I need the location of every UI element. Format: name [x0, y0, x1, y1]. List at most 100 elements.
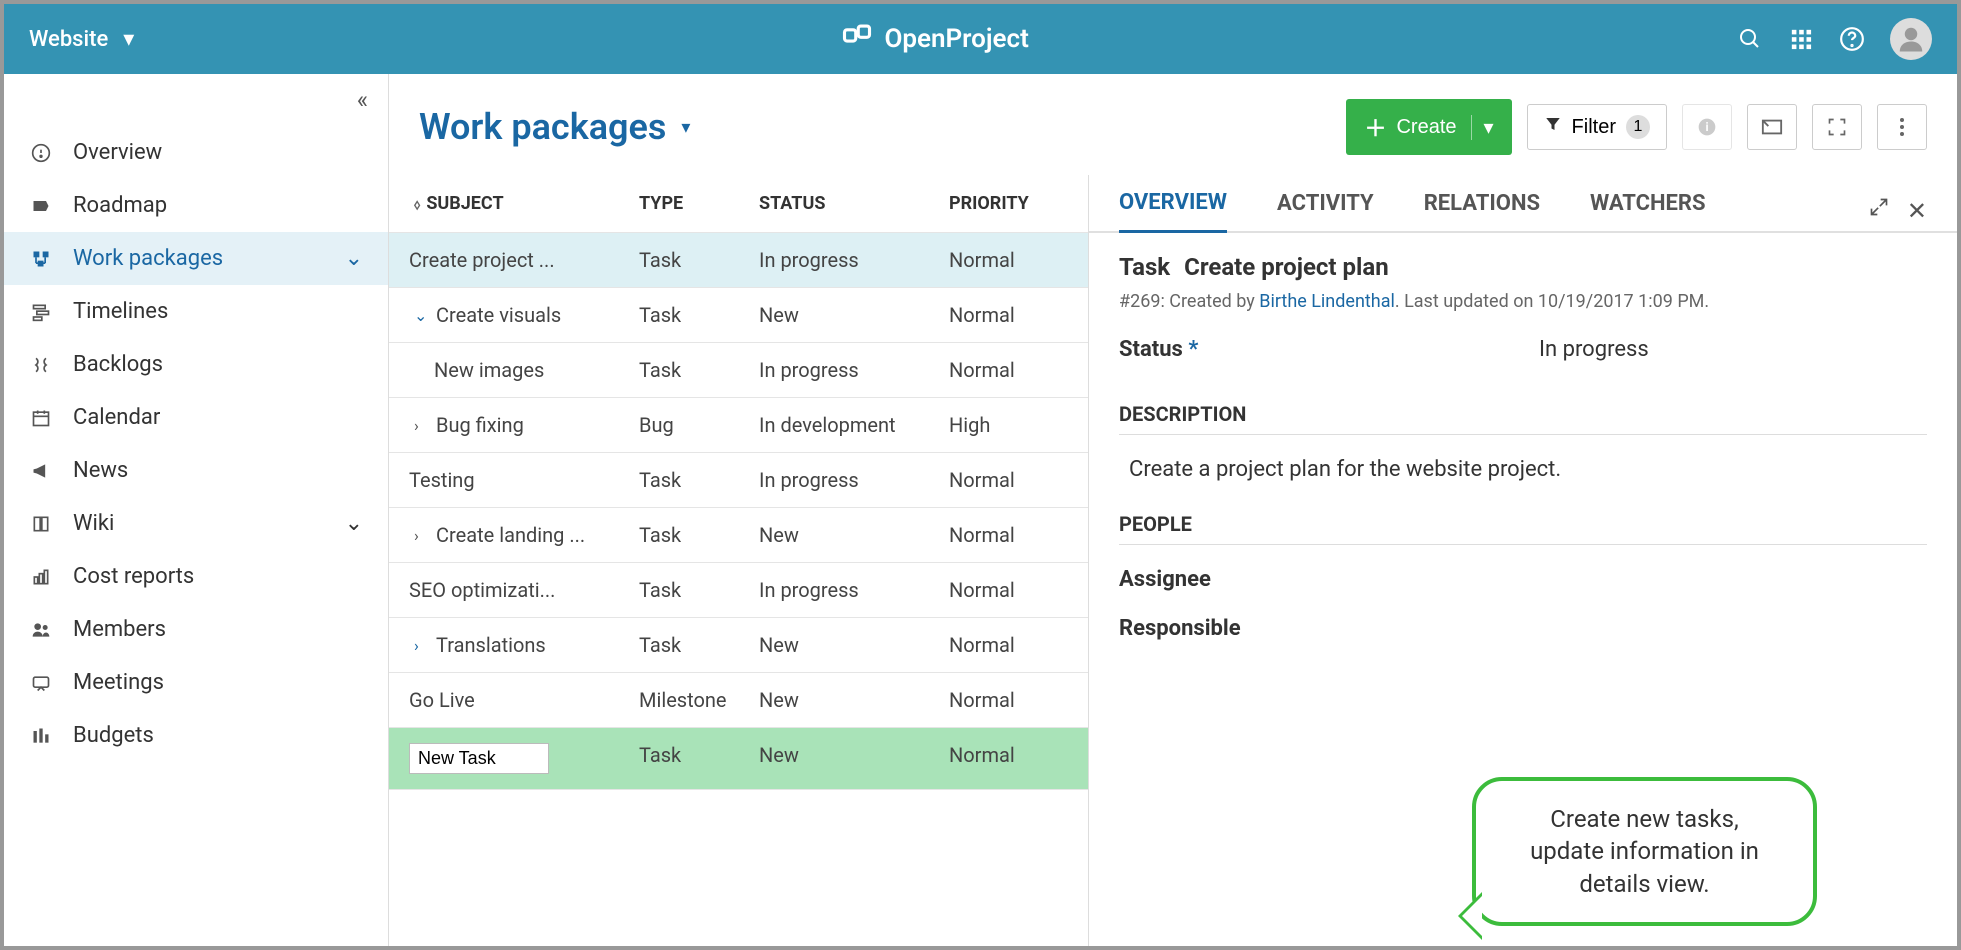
roadmap-icon [29, 196, 53, 216]
row-subject: Go Live [409, 688, 475, 712]
responsible-field[interactable]: Responsible [1119, 604, 1927, 653]
table-row[interactable]: SEO optimizati... Task In progress Norma… [389, 563, 1088, 618]
row-subject: Translations [436, 633, 546, 657]
sidebar-item-label: Timelines [73, 299, 168, 324]
row-subject: Create visuals [436, 303, 561, 327]
status-value[interactable]: In progress [1539, 337, 1649, 362]
assignee-field[interactable]: Assignee [1119, 555, 1927, 604]
hierarchy-icon: ⬨ [414, 197, 420, 213]
col-status[interactable]: STATUS [759, 193, 949, 214]
table-row[interactable]: ›Create landing ... Task New Normal [389, 508, 1088, 563]
timelines-icon [29, 302, 53, 322]
detail-tabs: OVERVIEW ACTIVITY RELATIONS WATCHERS ✕ [1089, 175, 1957, 233]
filter-label: Filter [1572, 116, 1616, 139]
row-type: Task [639, 468, 759, 492]
callout-bubble: Create new tasks, update information in … [1472, 777, 1817, 926]
sidebar-item-label: Members [73, 617, 166, 642]
sidebar-item-wiki[interactable]: Wiki⌄ [4, 497, 388, 550]
sidebar-item-label: Meetings [73, 670, 164, 695]
more-button[interactable] [1877, 104, 1927, 150]
expand-icon[interactable]: › [414, 416, 428, 435]
logo-icon [842, 21, 872, 58]
fullscreen-button[interactable] [1812, 104, 1862, 150]
filter-button[interactable]: Filter 1 [1527, 104, 1667, 150]
row-priority: Normal [949, 248, 1069, 272]
row-priority: Normal [949, 578, 1069, 602]
table-row[interactable]: Task New Normal [389, 728, 1088, 790]
create-button[interactable]: ＋ Create ▾ [1346, 99, 1511, 155]
row-status: In development [759, 413, 949, 437]
topbar: Website ▾ OpenProject [4, 4, 1957, 74]
sidebar-item-label: Backlogs [73, 352, 163, 377]
row-type: Bug [639, 413, 759, 437]
sidebar-item-overview[interactable]: Overview [4, 126, 388, 179]
sidebar-item-news[interactable]: News [4, 444, 388, 497]
chevron-down-icon: ▾ [1471, 115, 1494, 140]
project-selector[interactable]: Website ▾ [29, 27, 134, 52]
description-heading: DESCRIPTION [1119, 402, 1927, 435]
table-row[interactable]: New images Task In progress Normal [389, 343, 1088, 398]
table-row[interactable]: ⌄Create visuals Task New Normal [389, 288, 1088, 343]
budgets-icon [29, 726, 53, 746]
row-status: New [759, 688, 949, 712]
new-task-input[interactable] [409, 743, 549, 774]
close-icon[interactable]: ✕ [1907, 197, 1927, 225]
expand-icon[interactable]: › [414, 636, 428, 655]
collapse-icon[interactable]: ⌄ [414, 306, 428, 325]
table-row[interactable]: Create project ... Task In progress Norm… [389, 233, 1088, 288]
collapse-sidebar-icon[interactable]: « [357, 86, 368, 114]
description-text[interactable]: Create a project plan for the website pr… [1119, 445, 1927, 512]
row-priority: Normal [949, 468, 1069, 492]
col-type[interactable]: TYPE [639, 193, 759, 214]
sidebar-item-label: News [73, 458, 128, 483]
view-settings-button[interactable] [1747, 104, 1797, 150]
sidebar-item-work-packages[interactable]: Work packages⌄ [4, 232, 388, 285]
table-row[interactable]: ›Translations Task New Normal [389, 618, 1088, 673]
svg-text:i: i [1705, 120, 1708, 134]
tab-relations[interactable]: RELATIONS [1424, 191, 1540, 231]
wiki-icon [29, 514, 53, 534]
tab-watchers[interactable]: WATCHERS [1590, 191, 1706, 231]
table-row[interactable]: ›Bug fixing Bug In development High [389, 398, 1088, 453]
calendar-icon [29, 408, 53, 428]
expand-icon[interactable] [1869, 197, 1889, 225]
user-avatar[interactable] [1890, 18, 1932, 60]
sidebar-item-timelines[interactable]: Timelines [4, 285, 388, 338]
chevron-down-icon: ▾ [123, 27, 134, 52]
work-packages-icon [29, 249, 53, 269]
row-type: Task [639, 303, 759, 327]
col-subject[interactable]: ⬨SUBJECT [389, 193, 639, 214]
tab-activity[interactable]: ACTIVITY [1277, 191, 1374, 231]
apps-icon[interactable] [1788, 26, 1814, 52]
sidebar-item-meetings[interactable]: Meetings [4, 656, 388, 709]
sidebar-item-cost-reports[interactable]: Cost reports [4, 550, 388, 603]
col-priority[interactable]: PRIORITY [949, 193, 1069, 214]
info-button[interactable]: i [1682, 104, 1732, 150]
row-priority: Normal [949, 743, 1069, 774]
sidebar-item-label: Overview [73, 140, 162, 165]
sidebar-item-backlogs[interactable]: Backlogs [4, 338, 388, 391]
row-subject: SEO optimizati... [409, 578, 555, 602]
wp-subject[interactable]: Create project plan [1184, 253, 1389, 281]
table-row[interactable]: Testing Task In progress Normal [389, 453, 1088, 508]
sidebar-item-roadmap[interactable]: Roadmap [4, 179, 388, 232]
brand: OpenProject [134, 21, 1737, 58]
author-link[interactable]: Birthe Lindenthal [1259, 291, 1395, 312]
news-icon [29, 461, 53, 481]
expand-icon[interactable]: › [414, 526, 428, 545]
search-icon[interactable] [1737, 26, 1763, 52]
tab-overview[interactable]: OVERVIEW [1119, 190, 1227, 233]
sidebar-item-members[interactable]: Members [4, 603, 388, 656]
cost-reports-icon [29, 567, 53, 587]
main-header: Work packages ▾ ＋ Create ▾ Filter 1 i [389, 74, 1957, 175]
title-dropdown-icon[interactable]: ▾ [681, 117, 690, 138]
sidebar-item-label: Cost reports [73, 564, 194, 589]
table-row[interactable]: Go Live Milestone New Normal [389, 673, 1088, 728]
help-icon[interactable] [1839, 26, 1865, 52]
sidebar-item-calendar[interactable]: Calendar [4, 391, 388, 444]
sidebar-item-budgets[interactable]: Budgets [4, 709, 388, 762]
row-subject: Bug fixing [436, 413, 524, 437]
row-subject: New images [434, 358, 544, 382]
row-status: New [759, 743, 949, 774]
filter-count: 1 [1626, 115, 1650, 139]
